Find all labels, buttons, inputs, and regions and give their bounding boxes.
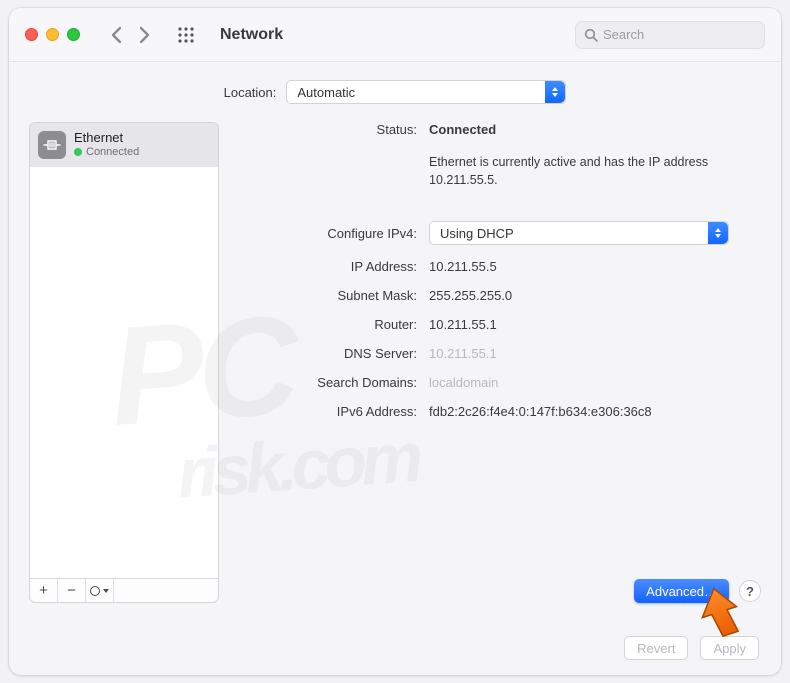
services-toolbar: + − (29, 579, 219, 603)
dns-server-value: 10.211.55.1 (429, 346, 761, 361)
back-button[interactable] (104, 21, 128, 49)
configure-ipv4-label: Configure IPv4: (237, 226, 417, 241)
status-label: Status: (237, 122, 417, 137)
service-name: Ethernet (74, 131, 139, 146)
nav-arrows (104, 21, 156, 49)
help-button[interactable]: ? (739, 580, 761, 602)
window-controls (25, 28, 80, 41)
main-area: PCrisk.com Ethernet Connected (9, 122, 781, 621)
ipv6-address-label: IPv6 Address: (237, 404, 417, 419)
detail-pane: Status: Connected Ethernet is currently … (237, 122, 761, 603)
service-row-ethernet[interactable]: Ethernet Connected (30, 123, 218, 167)
dns-server-label: DNS Server: (237, 346, 417, 361)
status-description: Ethernet is currently active and has the… (429, 151, 761, 189)
search-domains-value: localdomain (429, 375, 761, 390)
router-value: 10.211.55.1 (429, 317, 761, 332)
advanced-button[interactable]: Advanced… (634, 579, 729, 603)
chevron-right-icon (139, 26, 150, 44)
updown-caret-icon (708, 222, 728, 244)
ipv6-address-value: fdb2:2c26:f4e4:0:147f:b634:e306:36c8 (429, 404, 761, 419)
location-select[interactable]: Automatic (286, 80, 566, 104)
services-sidebar: Ethernet Connected + − (29, 122, 219, 603)
minimize-window-button[interactable] (46, 28, 59, 41)
location-selected-value: Automatic (297, 85, 355, 100)
toolbar: Network Search (9, 8, 781, 62)
footer: Revert Apply (9, 621, 781, 675)
chevron-down-icon (103, 589, 109, 593)
grid-icon (177, 26, 195, 44)
network-preferences-window: Network Search Location: Automatic PCris… (9, 8, 781, 675)
configure-ipv4-select[interactable]: Using DHCP (429, 221, 729, 245)
services-list[interactable]: Ethernet Connected (29, 122, 219, 579)
add-service-button[interactable]: + (30, 579, 58, 602)
ip-address-value: 10.211.55.5 (429, 259, 761, 274)
apply-button[interactable]: Apply (700, 636, 759, 660)
configure-ipv4-value: Using DHCP (440, 226, 514, 241)
subnet-mask-value: 255.255.255.0 (429, 288, 761, 303)
question-icon: ? (746, 584, 754, 599)
location-label: Location: (224, 85, 277, 100)
ethernet-icon (38, 131, 66, 159)
search-placeholder: Search (603, 27, 644, 42)
service-text: Ethernet Connected (74, 131, 139, 159)
status-dot-icon (74, 148, 82, 156)
subnet-mask-label: Subnet Mask: (237, 288, 417, 303)
service-actions-button[interactable] (86, 579, 114, 602)
advanced-button-label: Advanced… (646, 584, 717, 599)
pane-title: Network (220, 26, 283, 44)
service-status: Connected (86, 146, 139, 159)
revert-button[interactable]: Revert (624, 636, 688, 660)
close-window-button[interactable] (25, 28, 38, 41)
status-value: Connected (429, 122, 761, 137)
router-label: Router: (237, 317, 417, 332)
forward-button[interactable] (132, 21, 156, 49)
search-domains-label: Search Domains: (237, 375, 417, 390)
zoom-window-button[interactable] (67, 28, 80, 41)
remove-service-button[interactable]: − (58, 579, 86, 602)
updown-caret-icon (545, 81, 565, 103)
location-row: Location: Automatic (9, 62, 781, 122)
minus-icon: − (67, 582, 76, 599)
revert-button-label: Revert (637, 641, 675, 656)
ip-address-label: IP Address: (237, 259, 417, 274)
search-field[interactable]: Search (575, 21, 765, 49)
chevron-left-icon (111, 26, 122, 44)
apply-button-label: Apply (713, 641, 746, 656)
search-icon (584, 28, 598, 42)
show-all-prefs-button[interactable] (172, 21, 200, 49)
plus-icon: + (39, 582, 48, 599)
gear-icon (90, 586, 100, 596)
